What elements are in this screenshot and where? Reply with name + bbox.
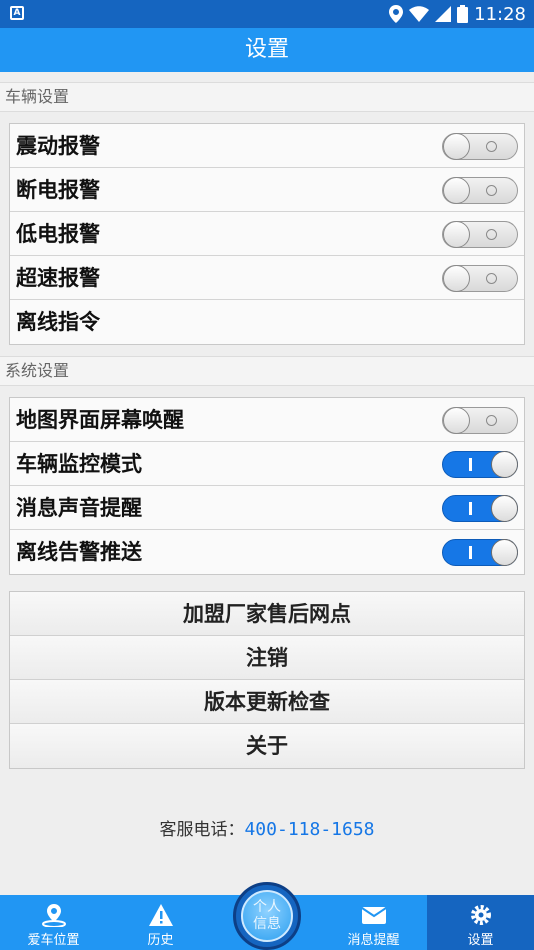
- setting-row-vibration-alarm: 震动报警: [10, 124, 524, 168]
- setting-label: 离线指令: [16, 310, 100, 334]
- low-battery-alarm-toggle[interactable]: [442, 221, 518, 248]
- page-title: 设置: [0, 28, 534, 72]
- toggle-knob: [491, 495, 518, 522]
- toggle-knob: [443, 221, 470, 248]
- mail-icon: [360, 907, 387, 924]
- overspeed-alarm-toggle[interactable]: [442, 265, 518, 292]
- toggle-knob: [443, 177, 470, 204]
- setting-row-overspeed-alarm: 超速报警: [10, 256, 524, 300]
- setting-row-offline-alert-push: 离线告警推送: [10, 530, 524, 574]
- tab-label: 消息提醒: [347, 933, 400, 948]
- wifi-icon: [409, 6, 430, 22]
- action-button-group: 加盟厂家售后网点 注销 版本更新检查 关于: [9, 591, 525, 769]
- offline-alert-push-toggle[interactable]: [442, 539, 518, 566]
- vehicle-settings-group: 震动报警 断电报警 低电报警 超速报警 离线指令: [9, 123, 525, 345]
- power-cut-alarm-toggle[interactable]: [442, 177, 518, 204]
- setting-label: 地图界面屏幕唤醒: [16, 408, 184, 432]
- message-sound-toggle[interactable]: [442, 495, 518, 522]
- setting-label: 离线告警推送: [16, 540, 142, 564]
- toggle-on-mark: [469, 546, 472, 559]
- customer-service-hotline: 客服电话：400-118-1658: [0, 815, 534, 840]
- toggle-off-mark: [486, 273, 497, 284]
- setting-label: 超速报警: [16, 266, 100, 290]
- center-label-line2: 信息: [253, 916, 281, 932]
- check-update-button[interactable]: 版本更新检查: [10, 680, 524, 724]
- setting-label: 断电报警: [16, 178, 100, 202]
- vibration-alarm-toggle[interactable]: [442, 133, 518, 160]
- toggle-off-mark: [486, 415, 497, 426]
- toggle-knob: [491, 451, 518, 478]
- toggle-off-mark: [486, 229, 497, 240]
- hotline-number[interactable]: 400-118-1658: [244, 819, 374, 840]
- setting-row-power-cut-alarm: 断电报警: [10, 168, 524, 212]
- setting-row-monitor-mode: 车辆监控模式: [10, 442, 524, 486]
- tab-car-location[interactable]: 爱车位置: [0, 895, 107, 950]
- notification-icon: A: [10, 6, 24, 20]
- toggle-knob: [443, 265, 470, 292]
- tab-label: 设置: [467, 933, 494, 948]
- profile-circle-icon: 个人 信息: [241, 890, 293, 942]
- tab-message-reminder[interactable]: 消息提醒: [320, 895, 427, 950]
- status-bar: A 11:28: [0, 0, 534, 28]
- setting-label: 震动报警: [16, 134, 100, 158]
- tab-label: 历史: [147, 933, 174, 948]
- warning-icon: [148, 904, 173, 926]
- setting-label: 消息声音提醒: [16, 496, 142, 520]
- dealer-network-button[interactable]: 加盟厂家售后网点: [10, 592, 524, 636]
- logout-button[interactable]: 注销: [10, 636, 524, 680]
- center-label-line1: 个人: [253, 899, 281, 915]
- setting-row-map-screen-wake: 地图界面屏幕唤醒: [10, 398, 524, 442]
- setting-label: 低电报警: [16, 222, 100, 246]
- toggle-knob: [443, 407, 470, 434]
- toggle-off-mark: [486, 185, 497, 196]
- tab-settings[interactable]: 设置: [427, 895, 534, 950]
- map-screen-wake-toggle[interactable]: [442, 407, 518, 434]
- battery-icon: [457, 5, 469, 23]
- gear-icon: [470, 905, 491, 925]
- status-time: 11:28: [474, 3, 526, 25]
- toggle-knob: [443, 133, 470, 160]
- monitor-mode-toggle[interactable]: [442, 451, 518, 478]
- hotline-label: 客服电话：: [159, 820, 245, 840]
- setting-row-message-sound: 消息声音提醒: [10, 486, 524, 530]
- location-pin-icon: [41, 904, 66, 927]
- system-settings-group: 地图界面屏幕唤醒 车辆监控模式 消息声音提醒 离线告警推送: [9, 397, 525, 575]
- toggle-knob: [491, 539, 518, 566]
- toggle-on-mark: [469, 502, 472, 515]
- section-header-system: 系统设置: [0, 356, 534, 386]
- about-button[interactable]: 关于: [10, 724, 524, 768]
- tab-history[interactable]: 历史: [107, 895, 214, 950]
- toggle-on-mark: [469, 458, 472, 471]
- profile-center-button[interactable]: 个人 信息: [233, 882, 301, 950]
- section-header-vehicle: 车辆设置: [0, 82, 534, 112]
- toggle-off-mark: [486, 141, 497, 152]
- setting-row-low-battery-alarm: 低电报警: [10, 212, 524, 256]
- setting-label: 车辆监控模式: [16, 452, 142, 476]
- setting-row-offline-command[interactable]: 离线指令: [10, 300, 524, 344]
- location-status-icon: [389, 5, 404, 23]
- tab-label: 爱车位置: [27, 933, 80, 948]
- signal-icon: [435, 6, 452, 22]
